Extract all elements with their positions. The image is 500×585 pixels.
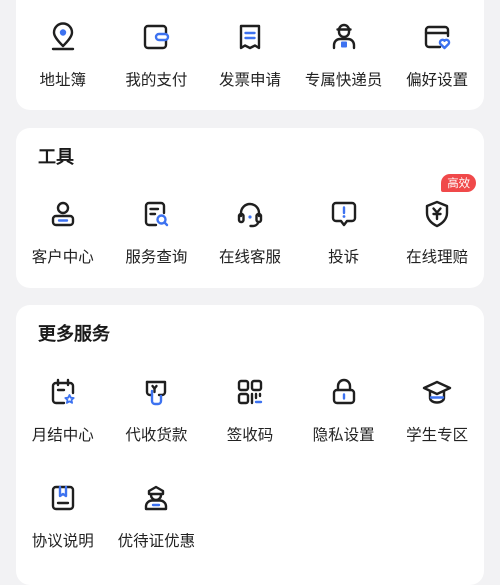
student-zone-label: 学生专区 — [406, 426, 469, 444]
officer-icon — [139, 481, 173, 515]
claim-shield-icon: 高效 — [420, 174, 477, 231]
privacy-settings-label: 隐私设置 — [312, 426, 375, 444]
veteran-discount-entry[interactable]: 优待证优惠 — [110, 481, 204, 551]
cod-payment-label: 代收货款 — [125, 426, 188, 444]
more-services-section-title: 更多服务 — [38, 324, 110, 345]
agreement-info-label: 协议说明 — [31, 532, 94, 550]
lock-icon — [327, 375, 361, 409]
tools-section-title: 工具 — [38, 147, 74, 168]
complaint-label: 投诉 — [328, 248, 360, 266]
monthly-settlement-entry[interactable]: 月结中心 — [16, 375, 110, 445]
online-support-label: 在线客服 — [218, 248, 281, 266]
privacy-settings-entry[interactable]: 隐私设置 — [297, 375, 391, 445]
complaint-icon — [327, 197, 361, 231]
graduation-cap-icon — [420, 375, 454, 409]
address-book-entry[interactable]: 地址簿 — [16, 20, 110, 90]
dedicated-courier-label: 专属快递员 — [304, 71, 383, 89]
tools-card: 工具 客户中心 服务查询 在线客服 投诉 高效 在线理赔 — [16, 128, 484, 288]
my-payment-label: 我的支付 — [125, 71, 188, 89]
dedicated-courier-entry[interactable]: 专属快递员 — [297, 20, 391, 90]
monthly-settlement-label: 月结中心 — [31, 426, 94, 444]
preference-heart-icon — [420, 20, 454, 54]
online-support-entry[interactable]: 在线客服 — [203, 197, 297, 267]
invoice-apply-label: 发票申请 — [218, 71, 281, 89]
sign-code-label: 签收码 — [226, 426, 274, 444]
online-claim-label: 在线理赔 — [406, 248, 469, 266]
headset-icon — [233, 197, 267, 231]
efficient-badge: 高效 — [441, 174, 477, 192]
cod-payment-entry[interactable]: 代收货款 — [110, 375, 204, 445]
veteran-discount-label: 优待证优惠 — [117, 532, 196, 550]
customer-center-label: 客户中心 — [31, 248, 94, 266]
service-search-icon — [139, 197, 173, 231]
customer-center-entry[interactable]: 客户中心 — [16, 197, 110, 267]
service-query-entry[interactable]: 服务查询 — [110, 197, 204, 267]
service-query-label: 服务查询 — [125, 248, 188, 266]
preference-settings-entry[interactable]: 偏好设置 — [390, 20, 484, 90]
address-book-label: 地址簿 — [39, 71, 87, 89]
account-card: 地址簿 我的支付 发票申请 专属快递员 偏好设置 — [16, 0, 484, 110]
user-center-icon — [46, 197, 80, 231]
receipt-icon — [233, 20, 267, 54]
courier-icon — [327, 20, 361, 54]
more-services-card: 更多服务 月结中心 代收货款 签收码 隐私设置 学生专区 协议说明 优待证优惠 — [16, 305, 484, 585]
qr-code-icon — [233, 375, 267, 409]
calendar-star-icon — [46, 375, 80, 409]
collect-payment-icon — [139, 375, 173, 409]
my-payment-entry[interactable]: 我的支付 — [110, 20, 204, 90]
sign-code-entry[interactable]: 签收码 — [203, 375, 297, 445]
invoice-apply-entry[interactable]: 发票申请 — [203, 20, 297, 90]
agreement-info-entry[interactable]: 协议说明 — [16, 481, 110, 551]
wallet-icon — [139, 20, 173, 54]
student-zone-entry[interactable]: 学生专区 — [390, 375, 484, 445]
location-pin-icon — [46, 20, 80, 54]
preference-settings-label: 偏好设置 — [406, 71, 469, 89]
agreement-icon — [46, 481, 80, 515]
online-claim-entry[interactable]: 高效 在线理赔 — [390, 174, 484, 267]
complaint-entry[interactable]: 投诉 — [297, 197, 391, 267]
